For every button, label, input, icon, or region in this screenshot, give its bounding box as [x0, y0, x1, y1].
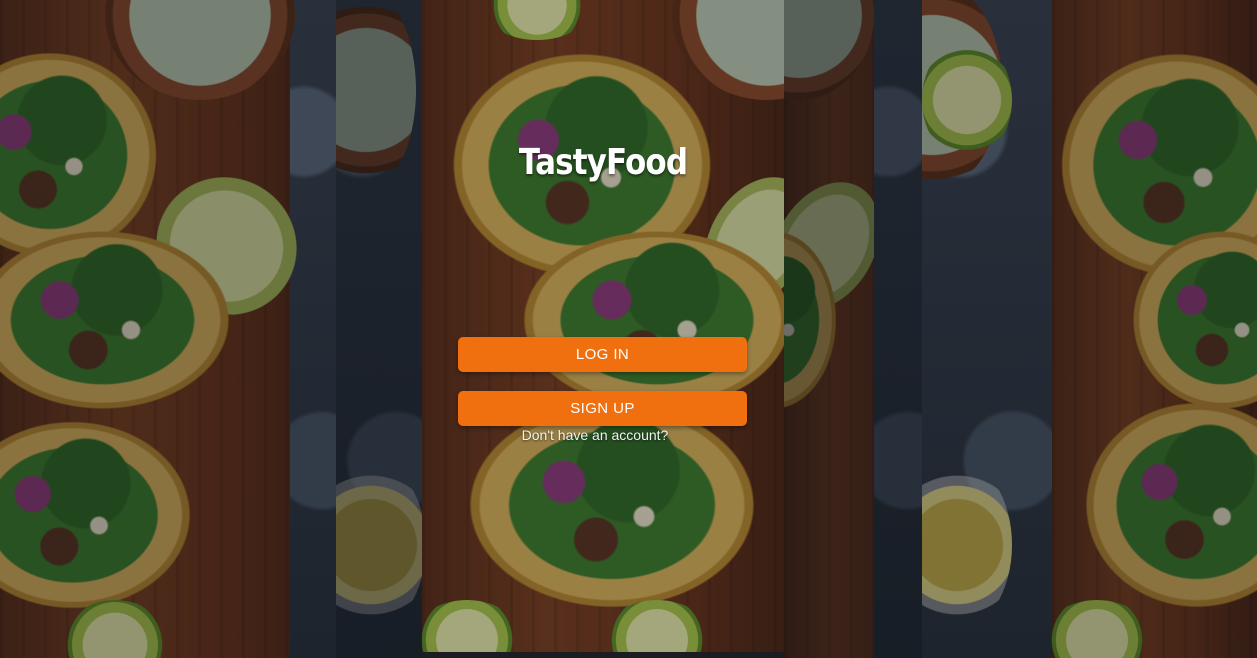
background-photo-strip-right — [784, 0, 922, 658]
signup-button[interactable]: SIGN UP — [458, 391, 747, 426]
login-button[interactable]: LOG IN — [458, 337, 747, 372]
background-photo-left — [0, 0, 336, 658]
app-window: TastyFood LOG IN SIGN UP Don't have an a… — [0, 0, 1257, 658]
background-photo-strip-left — [336, 0, 422, 658]
signup-button-label: SIGN UP — [570, 400, 635, 417]
login-panel: TastyFood LOG IN SIGN UP Don't have an a… — [422, 0, 784, 652]
background-photo-right — [922, 0, 1257, 658]
app-logo: TastyFood — [518, 142, 688, 183]
login-button-label: LOG IN — [575, 346, 630, 363]
signup-hint-text: Don't have an account? — [521, 427, 669, 443]
